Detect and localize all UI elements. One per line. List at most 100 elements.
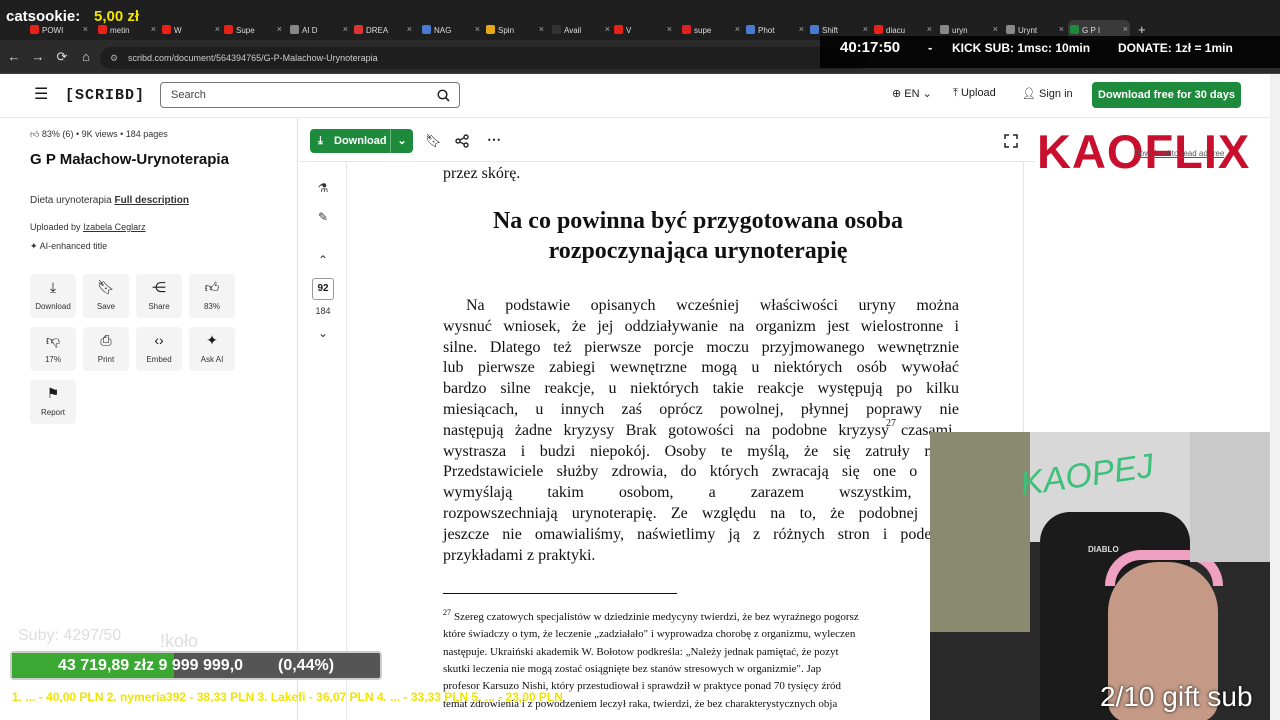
tab-label: Supe [236,25,255,35]
more-options-icon[interactable]: ⋯ [487,131,501,148]
action-17--button[interactable]: 👎︎ 17% [30,327,76,371]
page-top-line: przez skórę. [443,165,521,182]
browser-tab[interactable]: metin × [96,20,158,40]
tab-label: uryn [952,25,968,35]
site-info-icon[interactable]: ⚙ [110,47,118,69]
tab-close-icon[interactable]: × [151,24,156,34]
tab-close-icon[interactable]: × [215,24,220,34]
tab-favicon-icon [486,25,495,34]
download-icon: ⤓ [49,279,57,295]
page-up-icon[interactable]: ⌃ [312,253,334,267]
browser-tab[interactable]: NAG × [420,20,482,40]
search-icon[interactable] [437,89,450,102]
tab-close-icon[interactable]: × [343,24,348,34]
door [1190,432,1280,562]
action-embed-button[interactable]: ‹› Embed [136,327,182,371]
overlay-dash: - [928,40,933,55]
action-download-button[interactable]: ⤓ Download [30,274,76,318]
browser-tab[interactable]: Supe × [222,20,284,40]
tab-close-icon[interactable]: × [475,24,480,34]
reload-button[interactable]: ⟳ [54,49,70,65]
body-text-line: miesiącach, u innych zaś oprócz powolnej… [443,401,959,418]
print-icon: ⎙ [100,332,112,348]
full-description-link[interactable]: Full description [115,195,189,206]
download-button[interactable]: ⤓ Download ⌄ [310,129,413,153]
action-83--button[interactable]: 👍︎ 83% [189,274,235,318]
ad-free-link[interactable]: Download to read ad-free [1134,149,1224,158]
sparkle-icon: ✦ [30,241,38,251]
uploader-link[interactable]: Izabela Ceglarz [83,222,146,232]
body-text-line: rozpowszechniają urynoterapię. Ze względ… [443,505,959,522]
outline-icon[interactable]: ⚗ [312,181,334,195]
action-save-button[interactable]: 🔖︎ Save [83,274,129,318]
tab-close-icon[interactable]: × [799,24,804,34]
browser-tab[interactable]: Spin × [484,20,546,40]
new-tab-button[interactable]: + [1138,22,1146,37]
donation-progress-bar: 43 719,89 złz 9 999 999,0 (0,44%) [10,651,382,680]
description-row: Dieta urynoterapia Full description [30,195,189,206]
browser-tab[interactable]: W × [160,20,222,40]
action-report-button[interactable]: ⚑ Report [30,380,76,424]
browser-tab[interactable]: V × [612,20,674,40]
tab-favicon-icon [552,25,561,34]
body-text-line: Na podstawie opisanych wcześniej właściw… [466,297,959,314]
total-pages: 184 [315,306,331,316]
views: 9K views [81,129,118,139]
progress-text: 43 719,89 złz 9 999 999,0 [58,657,244,674]
tab-close-icon[interactable]: × [993,24,998,34]
tab-close-icon[interactable]: × [1059,24,1064,34]
download-icon: ⤓ [318,135,323,147]
tab-close-icon[interactable]: × [863,24,868,34]
url-input[interactable]: ⚙ scribd.com/document/564394765/G-P-Mala… [100,47,870,69]
page-scrollbar[interactable] [1270,74,1280,720]
forward-button[interactable]: → [30,49,46,65]
upload-link[interactable]: ⤒ Upload [953,87,996,100]
current-page-input[interactable]: 92 [312,278,334,300]
embed-icon: ‹› [154,332,164,348]
fullscreen-icon[interactable] [1004,134,1018,148]
tab-close-icon[interactable]: × [407,24,412,34]
tab-close-icon[interactable]: × [277,24,282,34]
page-count: 184 pages [125,129,168,139]
upload-label: Upload [960,87,996,99]
tab-label: V [626,25,632,35]
share-icon[interactable] [455,134,469,148]
back-button[interactable]: ← [6,49,22,65]
bookmark-icon: 🔖︎ [97,279,115,295]
action-print-button[interactable]: ⎙ Print [83,327,129,371]
tab-close-icon[interactable]: × [1123,24,1128,34]
tab-favicon-icon [682,25,691,34]
tab-close-icon[interactable]: × [83,24,88,34]
browser-tab[interactable]: DREA × [352,20,414,40]
download-free-button[interactable]: Download free for 30 days [1092,82,1241,108]
bookmark-icon[interactable]: 🔖︎ [425,133,442,149]
search-input[interactable]: Search [160,82,460,108]
annotate-icon[interactable]: ✎ [312,210,334,224]
tab-favicon-icon [354,25,363,34]
browser-tab[interactable]: Phot × [744,20,806,40]
browser-tab[interactable]: Avail × [550,20,612,40]
action-share-button[interactable]: ⋲ Share [136,274,182,318]
sparkle-icon: ✦ [206,332,218,348]
tab-close-icon[interactable]: × [735,24,740,34]
footnote-reference[interactable]: 27 [886,418,896,429]
tab-close-icon[interactable]: × [539,24,544,34]
subs-counter: Suby: 4297/50 [18,627,122,644]
language-selector[interactable]: ⊕ EN ⌄ [892,87,932,100]
donation-ticker: 1. ... - 40,00 PLN 2. nymeria392 - 38,33… [0,688,1100,708]
browser-tab[interactable]: AI D × [288,20,350,40]
tab-close-icon[interactable]: × [927,24,932,34]
download-dropdown-chevron-icon[interactable]: ⌄ [390,129,413,153]
page-down-icon[interactable]: ⌄ [312,326,334,340]
browser-tab[interactable]: supe × [680,20,742,40]
section-heading-line-1: Na co powinna być przygotowana osoba [492,208,904,234]
menu-icon[interactable]: ☰ [34,87,48,103]
browser-tab[interactable]: POWI × [28,20,90,40]
signin-link[interactable]: 👤︎ Sign in [1022,87,1073,100]
tab-close-icon[interactable]: × [605,24,610,34]
download-label: Download [334,135,387,147]
action-ask-ai-button[interactable]: ✦ Ask AI [189,327,235,371]
scribd-logo[interactable]: [SCRIBD] [65,87,145,104]
tab-close-icon[interactable]: × [667,24,672,34]
home-button[interactable]: ⌂ [78,49,94,65]
